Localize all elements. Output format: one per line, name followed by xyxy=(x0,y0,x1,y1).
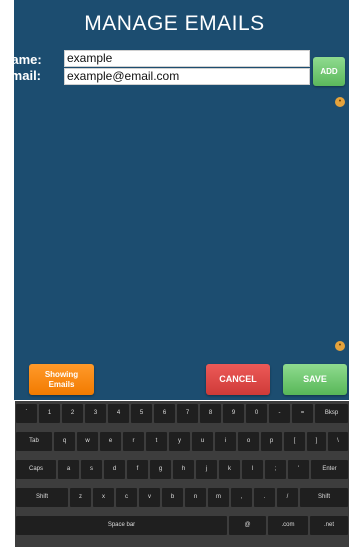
key-0[interactable]: 0 xyxy=(246,404,267,423)
key-k[interactable]: k xyxy=(219,460,240,479)
showing-emails-button[interactable]: Showing Emails xyxy=(29,364,94,395)
key-t[interactable]: t xyxy=(146,432,167,451)
key-e[interactable]: e xyxy=(100,432,121,451)
key-quote[interactable]: ' xyxy=(288,460,309,479)
key-b[interactable]: b xyxy=(162,488,183,507)
key-tab[interactable]: Tab xyxy=(16,432,52,451)
key-6[interactable]: 6 xyxy=(154,404,175,423)
key-w[interactable]: w xyxy=(77,432,98,451)
key-z[interactable]: z xyxy=(70,488,91,507)
manage-emails-screen: MANAGE EMAILS Name: example Email: examp… xyxy=(0,0,349,548)
key-i[interactable]: i xyxy=(215,432,236,451)
key-semicolon[interactable]: ; xyxy=(265,460,286,479)
key-d[interactable]: d xyxy=(104,460,125,479)
key-m[interactable]: m xyxy=(208,488,229,507)
key-backslash[interactable]: \ xyxy=(328,432,348,451)
key-p[interactable]: p xyxy=(261,432,282,451)
key-caps[interactable]: Caps xyxy=(16,460,56,479)
key-space[interactable]: Space bar xyxy=(16,516,227,535)
name-input[interactable]: example xyxy=(64,50,310,67)
key-enter[interactable]: Enter xyxy=(311,460,348,479)
on-screen-keyboard: ` 1 2 3 4 5 6 7 8 9 0 - = Bksp Tab q w e… xyxy=(15,401,349,547)
key-right-bracket[interactable]: ] xyxy=(307,432,326,451)
key-v[interactable]: v xyxy=(139,488,160,507)
showing-emails-line2: Emails xyxy=(48,379,75,389)
key-u[interactable]: u xyxy=(192,432,213,451)
key-7[interactable]: 7 xyxy=(177,404,198,423)
scroll-down-handle-icon[interactable]: • xyxy=(335,341,345,351)
key-shift-left[interactable]: Shift xyxy=(16,488,68,507)
key-g[interactable]: g xyxy=(150,460,171,479)
key-8[interactable]: 8 xyxy=(200,404,221,423)
key-comma[interactable]: , xyxy=(231,488,252,507)
key-h[interactable]: h xyxy=(173,460,194,479)
cancel-button[interactable]: CANCEL xyxy=(206,364,270,395)
key-shift-right[interactable]: Shift xyxy=(300,488,348,507)
save-button[interactable]: SAVE xyxy=(283,364,347,395)
key-backtick[interactable]: ` xyxy=(16,404,37,423)
key-r[interactable]: r xyxy=(123,432,144,451)
key-n[interactable]: n xyxy=(185,488,206,507)
key-y[interactable]: y xyxy=(169,432,190,451)
key-period[interactable]: . xyxy=(254,488,275,507)
add-button[interactable]: ADD xyxy=(313,57,345,86)
key-minus[interactable]: - xyxy=(269,404,290,423)
key-9[interactable]: 9 xyxy=(223,404,244,423)
key-o[interactable]: o xyxy=(238,432,259,451)
key-1[interactable]: 1 xyxy=(39,404,60,423)
scroll-up-handle-icon[interactable]: • xyxy=(335,97,345,107)
key-slash[interactable]: / xyxy=(277,488,298,507)
key-backspace[interactable]: Bksp xyxy=(315,404,348,423)
key-f[interactable]: f xyxy=(127,460,148,479)
key-3[interactable]: 3 xyxy=(85,404,106,423)
key-5[interactable]: 5 xyxy=(131,404,152,423)
key-4[interactable]: 4 xyxy=(108,404,129,423)
name-label: Name: xyxy=(2,52,42,67)
key-dotcom[interactable]: .com xyxy=(268,516,308,535)
key-q[interactable]: q xyxy=(54,432,75,451)
email-label: Email: xyxy=(2,68,42,83)
key-equals[interactable]: = xyxy=(292,404,313,423)
key-l[interactable]: l xyxy=(242,460,263,479)
key-at[interactable]: @ xyxy=(229,516,266,535)
key-left-bracket[interactable]: [ xyxy=(284,432,305,451)
key-a[interactable]: a xyxy=(58,460,79,479)
key-c[interactable]: c xyxy=(116,488,137,507)
key-j[interactable]: j xyxy=(196,460,217,479)
email-input[interactable]: example@email.com xyxy=(64,68,310,85)
key-2[interactable]: 2 xyxy=(62,404,83,423)
page-title: MANAGE EMAILS xyxy=(84,12,265,35)
key-x[interactable]: x xyxy=(93,488,114,507)
key-dotnet[interactable]: .net xyxy=(310,516,348,535)
key-s[interactable]: s xyxy=(81,460,102,479)
showing-emails-line1: Showing xyxy=(44,369,79,379)
